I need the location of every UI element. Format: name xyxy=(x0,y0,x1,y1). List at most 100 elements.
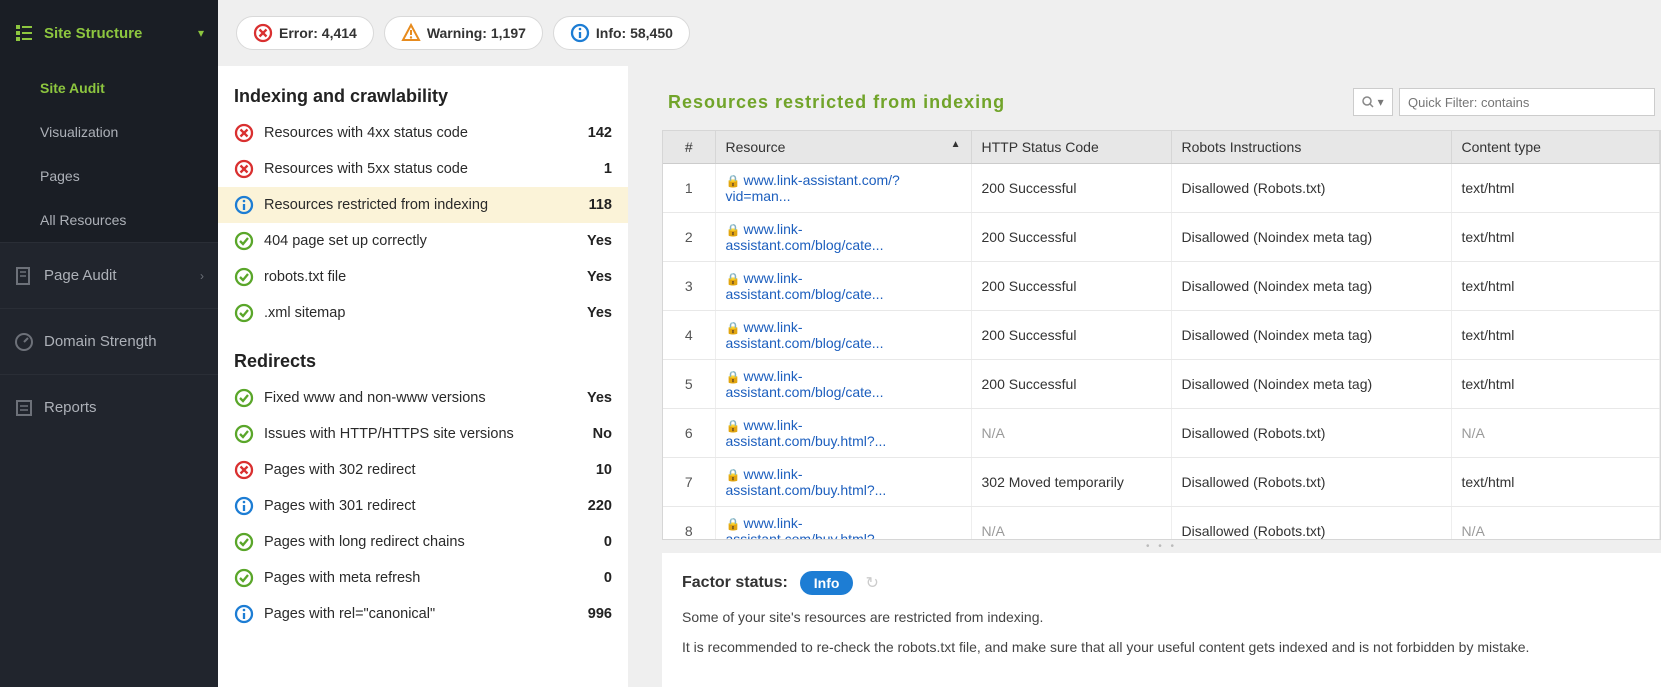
col-robots[interactable]: Robots Instructions xyxy=(1171,131,1451,164)
table-row[interactable]: 6 🔒www.link-assistant.com/buy.html?... N/A… xyxy=(663,409,1660,458)
table-row[interactable]: 7🔒www.link-assistant.com/buy.html?...302… xyxy=(663,458,1660,507)
audit-row-label: Resources with 4xx status code xyxy=(264,125,588,141)
chevron-down-icon: ▾ xyxy=(198,26,204,40)
audit-row-value: Yes xyxy=(587,233,612,249)
sidebar-sub-item[interactable]: Pages xyxy=(0,154,218,198)
audit-row[interactable]: 404 page set up correctlyYes xyxy=(218,223,628,259)
error-icon xyxy=(253,23,273,43)
chevron-right-icon: › xyxy=(200,269,204,283)
quick-filter-input[interactable] xyxy=(1399,88,1655,116)
cell-ctype: text/html xyxy=(1451,164,1660,213)
resource-link[interactable]: www.link-assistant.com/blog/cate... xyxy=(726,221,884,253)
resource-link[interactable]: www.link-assistant.com/blog/cate... xyxy=(726,368,884,400)
audit-row-label: Pages with meta refresh xyxy=(264,570,604,586)
cell-ctype: N/A xyxy=(1451,409,1660,458)
audit-row[interactable]: Resources with 5xx status code1 xyxy=(218,151,628,187)
audit-row-label: Pages with long redirect chains xyxy=(264,534,604,550)
ok-icon xyxy=(234,532,254,552)
audit-row-value: 0 xyxy=(604,534,612,550)
lock-icon: 🔒 xyxy=(726,419,741,433)
cell-ctype: text/html xyxy=(1451,262,1660,311)
audit-row[interactable]: Fixed www and non-www versionsYes xyxy=(218,380,628,416)
cell-resource: 🔒www.link-assistant.com/blog/cate... xyxy=(715,213,971,262)
audit-row[interactable]: Issues with HTTP/HTTPS site versionsNo xyxy=(218,416,628,452)
resource-link[interactable]: www.link-assistant.com/blog/cate... xyxy=(726,270,884,302)
audit-row-value: 118 xyxy=(589,197,612,213)
chip-error-label: Error: 4,414 xyxy=(279,25,357,41)
error-icon xyxy=(234,159,254,179)
cell-robots: Disallowed (Noindex meta tag) xyxy=(1171,213,1451,262)
sidebar-item-label: Domain Strength xyxy=(44,333,204,350)
warning-icon xyxy=(401,23,421,43)
cell-robots: Disallowed (Robots.txt) xyxy=(1171,164,1451,213)
audit-row[interactable]: Pages with rel="canonical"996 xyxy=(218,596,628,632)
filter-mode-select[interactable]: ▾ xyxy=(1353,88,1393,116)
error-icon xyxy=(234,460,254,480)
audit-row[interactable]: Pages with long redirect chains0 xyxy=(218,524,628,560)
col-ctype[interactable]: Content type xyxy=(1451,131,1660,164)
resource-link[interactable]: www.link-assistant.com/blog/cate... xyxy=(726,319,884,351)
audit-row-value: Yes xyxy=(587,390,612,406)
sidebar-section-site-structure[interactable]: Site Structure ▾ xyxy=(0,0,218,66)
sidebar-item[interactable]: Domain Strength xyxy=(0,308,218,374)
sidebar-item[interactable]: Reports xyxy=(0,374,218,440)
sidebar-sub-item[interactable]: All Resources xyxy=(0,198,218,242)
audit-panel: Indexing and crawlabilityResources with … xyxy=(218,66,628,687)
cell-num: 8 xyxy=(663,507,715,541)
chip-warning[interactable]: Warning: 1,197 xyxy=(384,16,543,50)
sidebar-item-label: Reports xyxy=(44,399,204,416)
audit-row-value: 142 xyxy=(588,125,612,141)
audit-row[interactable]: Pages with 302 redirect10 xyxy=(218,452,628,488)
details-panel: Resources restricted from indexing ▾ # xyxy=(628,66,1661,687)
cell-num: 1 xyxy=(663,164,715,213)
table-row[interactable]: 1 🔒www.link-assistant.com/?vid=man... 200 … xyxy=(663,164,1660,213)
audit-row-label: Issues with HTTP/HTTPS site versions xyxy=(264,426,593,442)
table-row[interactable]: 8🔒www.link-assistant.com/buy.html?...N/A… xyxy=(663,507,1660,541)
lock-icon: 🔒 xyxy=(726,174,741,188)
cell-num: 4 xyxy=(663,311,715,360)
audit-row[interactable]: .xml sitemapYes xyxy=(218,295,628,331)
audit-row[interactable]: Resources with 4xx status code142 xyxy=(218,115,628,151)
table-row[interactable]: 2🔒www.link-assistant.com/blog/cate...200… xyxy=(663,213,1660,262)
table-row[interactable]: 3🔒www.link-assistant.com/blog/cate...200… xyxy=(663,262,1660,311)
factor-panel: Factor status: Info ↻ Some of your site'… xyxy=(662,553,1661,687)
ok-icon xyxy=(234,424,254,444)
chip-info[interactable]: Info: 58,450 xyxy=(553,16,690,50)
ok-icon xyxy=(234,231,254,251)
audit-row[interactable]: Resources restricted from indexing118 xyxy=(218,187,628,223)
audit-row[interactable]: Pages with meta refresh0 xyxy=(218,560,628,596)
ok-icon xyxy=(234,568,254,588)
resource-link[interactable]: www.link-assistant.com/?vid=man... xyxy=(726,172,900,204)
chip-error[interactable]: Error: 4,414 xyxy=(236,16,374,50)
audit-row[interactable]: Pages with 301 redirect220 xyxy=(218,488,628,524)
sidebar-sub-item[interactable]: Site Audit xyxy=(0,66,218,110)
col-status[interactable]: HTTP Status Code xyxy=(971,131,1171,164)
audit-row-label: .xml sitemap xyxy=(264,305,587,321)
cell-status: 200 Successful xyxy=(971,164,1171,213)
cell-ctype: text/html xyxy=(1451,213,1660,262)
sidebar-item-icon xyxy=(14,266,36,286)
cell-resource: 🔒www.link-assistant.com/blog/cate... xyxy=(715,262,971,311)
audit-row[interactable]: robots.txt fileYes xyxy=(218,259,628,295)
cell-robots: Disallowed (Noindex meta tag) xyxy=(1171,360,1451,409)
audit-row-value: 0 xyxy=(604,570,612,586)
resource-link[interactable]: www.link-assistant.com/buy.html?... xyxy=(726,417,887,449)
table-row[interactable]: 5🔒www.link-assistant.com/blog/cate...200… xyxy=(663,360,1660,409)
resource-link[interactable]: www.link-assistant.com/buy.html?... xyxy=(726,466,887,498)
info-icon xyxy=(234,604,254,624)
resource-link[interactable]: www.link-assistant.com/buy.html?... xyxy=(726,515,887,540)
cell-num: 6 xyxy=(663,409,715,458)
table-row[interactable]: 4🔒www.link-assistant.com/blog/cate...200… xyxy=(663,311,1660,360)
sidebar-item[interactable]: Page Audit› xyxy=(0,242,218,308)
col-resource[interactable]: Resource▲ xyxy=(715,131,971,164)
sidebar-item-label: Page Audit xyxy=(44,267,200,284)
ok-icon xyxy=(234,267,254,287)
audit-row-value: 1 xyxy=(604,161,612,177)
col-num[interactable]: # xyxy=(663,131,715,164)
sidebar-sub-item[interactable]: Visualization xyxy=(0,110,218,154)
error-icon xyxy=(234,123,254,143)
panel-resize-handle[interactable]: • • • xyxy=(662,540,1661,553)
lock-icon: 🔒 xyxy=(726,468,741,482)
details-title: Resources restricted from indexing xyxy=(668,92,1353,113)
refresh-icon[interactable]: ↻ xyxy=(865,573,878,593)
